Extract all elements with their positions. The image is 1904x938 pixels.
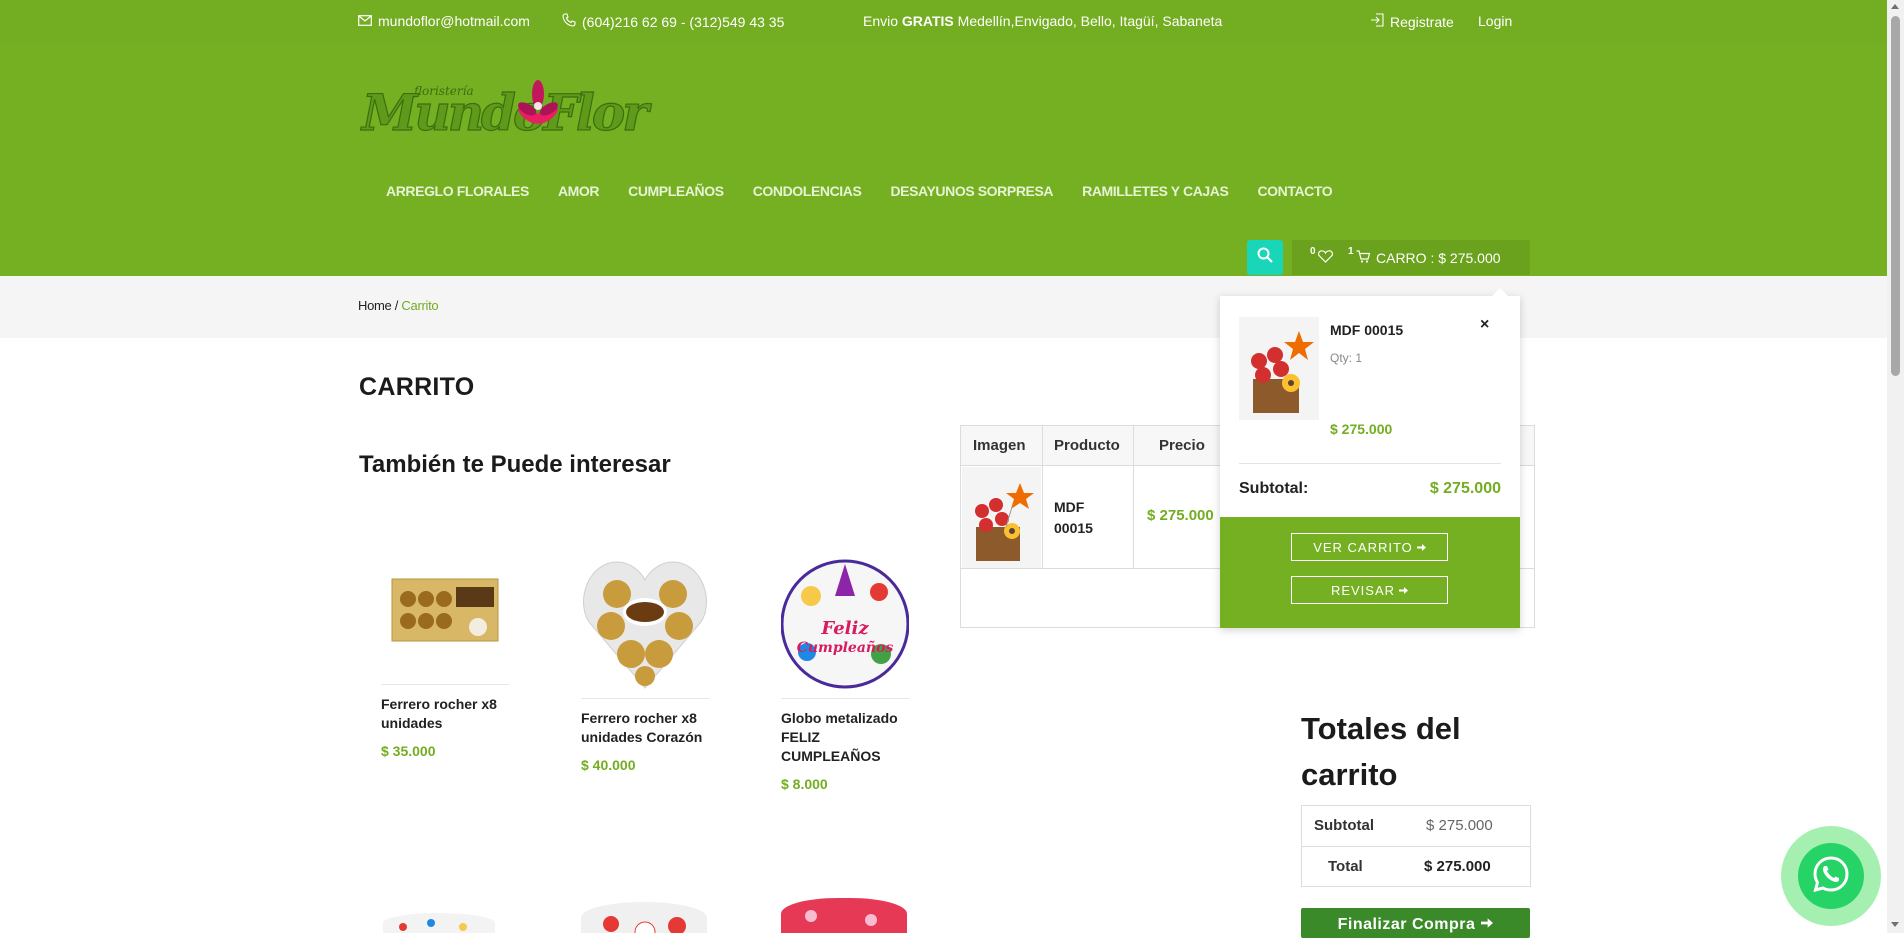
view-cart-button[interactable]: VER CARRITO [1291,533,1448,561]
site-header [0,44,1887,276]
mini-cart-item-image[interactable] [1239,317,1319,420]
finalize-label: Finalizar Compra [1337,916,1476,933]
product-price: $ 35.000 [381,743,436,759]
phone-contact[interactable]: (604)216 62 69 - (312)549 43 35 [562,13,784,30]
breadcrumb-separator: / [391,298,402,313]
nav-item-ramilletes-y-cajas[interactable]: RAMILLETES Y CAJAS [1082,183,1229,199]
cart-item-name[interactable]: MDF 00015 [1054,497,1093,539]
col-header-precio: Precio [1159,437,1205,454]
nav-item-contacto[interactable]: CONTACTO [1257,183,1332,199]
nav-item-amor[interactable]: AMOR [558,183,600,199]
logo-main-text: MundoFlor [360,83,652,142]
nav-item-condolencias[interactable]: CONDOLENCIAS [753,183,862,199]
cart-totals-title: Totales del carrito [1301,711,1461,792]
product-price: $ 8.000 [781,776,828,792]
totals-total-row: Total $ 275.000 [1302,846,1530,886]
product-name[interactable]: Globo metalizado FELIZ CUMPLEAÑOS [781,709,909,766]
register-link[interactable]: Registrate [1370,13,1454,30]
product-name[interactable]: Ferrero rocher x8 unidades Corazón [581,709,709,747]
remove-item-button[interactable]: × [1480,316,1489,334]
cart-icon [1356,250,1370,266]
product-image-partial[interactable] [581,902,707,933]
mail-icon [358,13,372,29]
nav-item-arreglo-florales[interactable]: ARREGLO FLORALES [386,183,529,199]
col-header-imagen: Imagen [973,437,1026,454]
nav-item-desayunos-sorpresa[interactable]: DESAYUNOS SORPRESA [890,183,1053,199]
mini-cart-item-price: $ 275.000 [1330,421,1393,437]
heart-icon [1317,250,1333,266]
product-card[interactable]: Ferrero rocher x8 unidades $ 35.000 [381,540,509,759]
cart-total-text[interactable]: CARRO : $ 275.000 [1376,250,1501,266]
email-text: mundoflor@hotmail.com [378,13,530,29]
product-image-ferrero-box[interactable] [381,540,509,680]
product-name[interactable]: Ferrero rocher x8 unidades [381,695,509,733]
arrow-right-icon [1481,916,1494,934]
checkout-label: REVISAR [1330,582,1396,598]
totals-total-value: $ 275.000 [1424,858,1491,875]
scroll-up-arrow[interactable] [1891,4,1899,9]
svg-text:Feliz: Feliz [820,618,869,639]
wishlist-count: 0 [1310,246,1316,257]
page-title: CARRITO [359,373,475,401]
register-label: Registrate [1390,13,1454,30]
totals-subtotal-label: Subtotal [1314,817,1374,834]
shipping-free: GRATIS [901,13,954,29]
mini-cart-subtotal-label: Subtotal: [1239,480,1309,497]
product-image-partial[interactable] [383,913,495,933]
login-icon [1370,13,1384,30]
product-card[interactable]: Feliz Cumpleaños Globo metalizado FELIZ … [781,554,909,792]
scroll-down-arrow[interactable] [1891,922,1899,927]
scrollbar-thumb[interactable] [1891,16,1900,376]
product-card[interactable]: Ferrero rocher x8 unidades Corazón $ 40.… [581,554,709,773]
mini-cart-actions: VER CARRITO REVISAR [1220,517,1520,628]
arrow-right-icon [1416,540,1426,555]
totals-subtotal-row: Subtotal $ 275.000 [1302,806,1530,846]
shipping-notice: Envio GRATIS Medellín,Envigado, Bello, I… [863,13,1222,29]
mini-cart-item-name[interactable]: MDF 00015 [1330,322,1403,338]
arrow-right-icon [1399,583,1409,598]
cart-link[interactable]: 1 [1348,246,1370,266]
product-price: $ 40.000 [581,757,636,773]
view-cart-label: VER CARRITO [1313,539,1413,555]
breadcrumb-home[interactable]: Home [358,298,392,313]
svg-text:Cumpleaños: Cumpleaños [797,639,894,656]
mini-cart-item-qty: Qty: 1 [1330,351,1363,365]
logo[interactable]: floristería MundoFlor [358,68,670,158]
cart-item-image[interactable] [962,467,1041,568]
search-icon [1257,247,1273,268]
cart-totals-table: Subtotal $ 275.000 Total $ 275.000 [1301,805,1531,887]
main-nav: ARREGLO FLORALES AMOR CUMPLEAÑOS CONDOLE… [386,183,1333,199]
related-title: También te Puede interesar [359,451,671,478]
login-link[interactable]: Login [1478,13,1512,29]
top-bar: mundoflor@hotmail.com (604)216 62 69 - (… [0,0,1887,44]
finalize-purchase-button[interactable]: Finalizar Compra [1301,908,1530,938]
shipping-cities: Medellín,Envigado, Bello, Itagüí, Sabane… [953,13,1223,29]
whatsapp-icon [1811,854,1851,899]
checkout-button[interactable]: REVISAR [1291,576,1448,604]
mini-cart-subtotal-value: $ 275.000 [1429,480,1501,497]
cart-bar: 0 1 CARRO : $ 275.000 [1292,240,1530,275]
cart-item-price: $ 275.000 [1147,507,1214,524]
wishlist-link[interactable]: 0 [1310,246,1333,266]
search-button[interactable] [1247,240,1283,275]
phone-text: (604)216 62 69 - (312)549 43 35 [582,13,785,30]
login-label: Login [1478,13,1513,29]
breadcrumb-current: Carrito [401,298,439,313]
product-image-balloon[interactable]: Feliz Cumpleaños [781,554,909,694]
product-image-partial[interactable] [781,898,907,933]
phone-icon [562,13,576,30]
breadcrumb-bar [0,276,1887,338]
breadcrumb: Home / Carrito [358,298,439,313]
product-image-ferrero-heart[interactable] [581,554,709,694]
cart-count: 1 [1348,246,1354,257]
mini-cart-dropdown: MDF 00015 Qty: 1 $ 275.000 × Subtotal: $… [1220,288,1520,628]
col-header-producto: Producto [1054,437,1120,454]
whatsapp-button[interactable] [1781,826,1881,926]
shipping-prefix: Envio [863,13,902,29]
nav-item-cumpleanos[interactable]: CUMPLEAÑOS [628,183,724,199]
email-contact[interactable]: mundoflor@hotmail.com [358,13,530,29]
totals-subtotal-value: $ 275.000 [1426,817,1493,834]
totals-total-label: Total [1328,858,1363,875]
page-scrollbar[interactable] [1887,0,1904,933]
